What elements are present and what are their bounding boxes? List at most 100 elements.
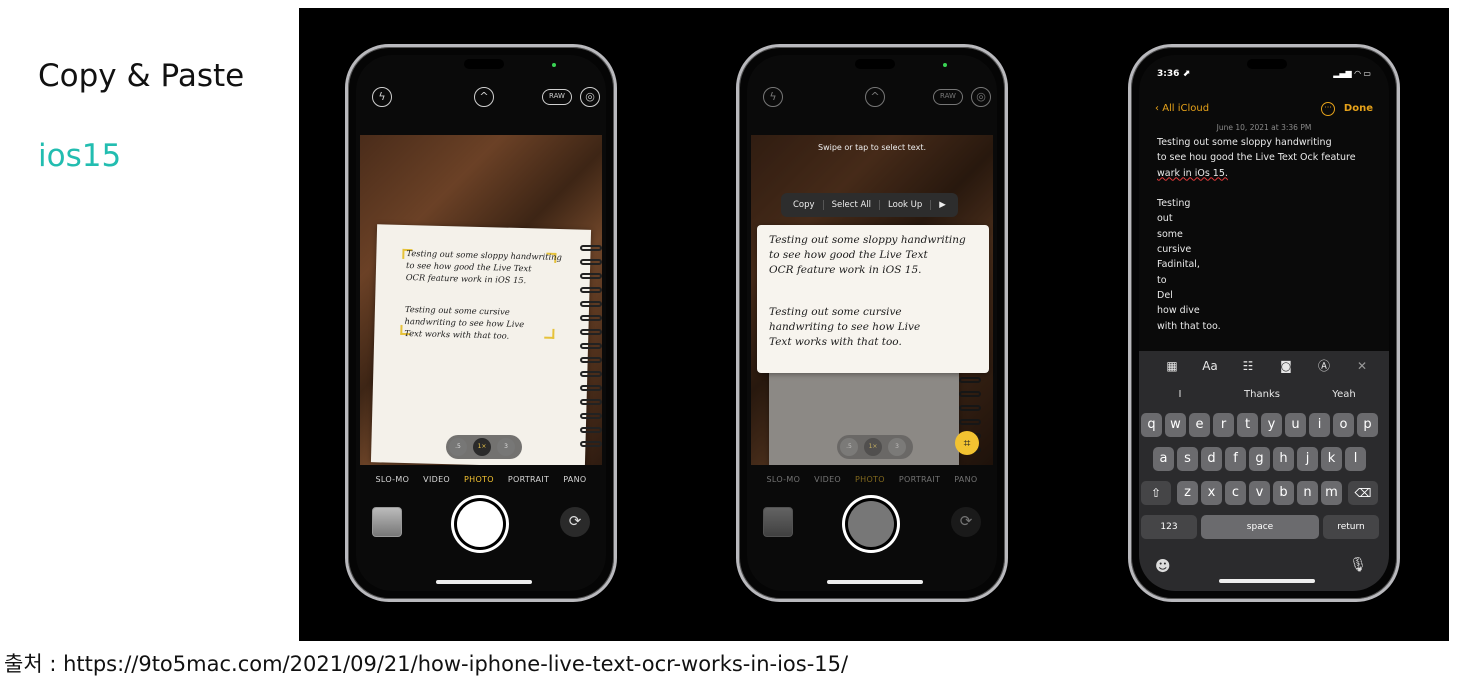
shutter-button[interactable] xyxy=(457,501,503,547)
return-key[interactable]: return xyxy=(1323,515,1379,539)
photo-thumbnail[interactable] xyxy=(372,507,402,537)
more-options-icon[interactable]: ··· xyxy=(1321,102,1335,116)
zoom-option-active[interactable]: 1× xyxy=(473,438,491,456)
live-text-screen: ϟ ^ RAW ◎ Swipe or tap to select text. C… xyxy=(747,55,997,591)
slide-title: Copy & Paste xyxy=(38,58,245,94)
table-icon[interactable]: ▦ xyxy=(1163,357,1181,375)
key[interactable]: m xyxy=(1321,481,1342,505)
live-photo-icon[interactable]: ◎ xyxy=(580,87,600,107)
camera-icon[interactable]: ◙ xyxy=(1277,357,1295,375)
key[interactable]: k xyxy=(1321,447,1342,471)
mode-portrait[interactable]: PORTRAIT xyxy=(899,475,940,484)
handwriting-line[interactable]: OCR feature work in iOS 15. xyxy=(769,263,983,278)
camera-top-bar: ϟ ^ RAW ◎ xyxy=(356,83,606,113)
chevron-up-icon[interactable]: ^ xyxy=(865,87,885,107)
text-format-icon[interactable]: Aa xyxy=(1201,357,1219,375)
key[interactable]: i xyxy=(1309,413,1330,437)
raw-badge[interactable]: RAW xyxy=(542,89,572,105)
key[interactable]: q xyxy=(1141,413,1162,437)
handwriting-line[interactable]: Testing out some cursive xyxy=(769,305,983,320)
live-text-card[interactable]: Testing out some sloppy handwriting to s… xyxy=(757,225,989,373)
key[interactable]: g xyxy=(1249,447,1270,471)
zoom-option[interactable]: 3 xyxy=(888,438,906,456)
key[interactable]: o xyxy=(1333,413,1354,437)
mode-photo[interactable]: PHOTO xyxy=(855,475,885,484)
mode-portrait[interactable]: PORTRAIT xyxy=(508,475,549,484)
numbers-key[interactable]: 123 xyxy=(1141,515,1197,539)
notch xyxy=(855,59,895,69)
key[interactable]: h xyxy=(1273,447,1294,471)
zoom-option[interactable]: .5 xyxy=(840,438,858,456)
suggestion[interactable]: Yeah xyxy=(1303,389,1385,400)
flip-camera-icon[interactable]: ⟳ xyxy=(951,507,981,537)
microphone-icon[interactable]: 🎙︎ xyxy=(1349,557,1367,573)
checklist-icon[interactable]: ☷ xyxy=(1239,357,1257,375)
key[interactable]: b xyxy=(1273,481,1294,505)
raw-badge[interactable]: RAW xyxy=(933,89,963,105)
key[interactable]: l xyxy=(1345,447,1366,471)
live-text-hint: Swipe or tap to select text. xyxy=(818,143,926,152)
flip-camera-icon[interactable]: ⟳ xyxy=(560,507,590,537)
emoji-icon[interactable]: ☻ xyxy=(1155,557,1171,575)
shift-icon[interactable]: ⇧ xyxy=(1141,481,1171,505)
handwriting-paragraph-2[interactable]: Testing out some cursive handwriting to … xyxy=(769,305,983,351)
note-line: with that too. xyxy=(1157,320,1221,332)
key[interactable]: c xyxy=(1225,481,1246,505)
key[interactable]: y xyxy=(1261,413,1282,437)
chevron-up-icon[interactable]: ^ xyxy=(474,87,494,107)
key[interactable]: a xyxy=(1153,447,1174,471)
flash-icon[interactable]: ϟ xyxy=(763,87,783,107)
menu-more-icon[interactable]: ▶ xyxy=(931,200,954,210)
space-key[interactable]: space xyxy=(1201,515,1319,539)
mode-pano[interactable]: PANO xyxy=(563,475,586,484)
backspace-icon[interactable]: ⌫ xyxy=(1348,481,1378,505)
key[interactable]: x xyxy=(1201,481,1222,505)
notes-nav-bar: ‹ All iCloud ··· Done xyxy=(1149,101,1379,119)
key[interactable]: r xyxy=(1213,413,1234,437)
key[interactable]: p xyxy=(1357,413,1378,437)
mode-slo-mo[interactable]: SLO-MO xyxy=(376,475,410,484)
handwriting-line[interactable]: Testing out some sloppy handwriting xyxy=(769,233,983,248)
menu-select-all[interactable]: Select All xyxy=(823,200,881,210)
shutter-button[interactable] xyxy=(848,501,894,547)
back-button[interactable]: ‹ All iCloud xyxy=(1155,103,1209,114)
live-text-icon[interactable]: ⌗ xyxy=(955,431,979,455)
mode-slo-mo[interactable]: SLO-MO xyxy=(767,475,801,484)
handwriting-line[interactable]: handwriting to see how Live xyxy=(769,320,983,335)
zoom-option[interactable]: 3 xyxy=(497,438,515,456)
key[interactable]: f xyxy=(1225,447,1246,471)
mode-video[interactable]: VIDEO xyxy=(814,475,841,484)
key[interactable]: j xyxy=(1297,447,1318,471)
key[interactable]: d xyxy=(1201,447,1222,471)
key[interactable]: n xyxy=(1297,481,1318,505)
mode-pano[interactable]: PANO xyxy=(954,475,977,484)
live-text-overlay: Swipe or tap to select text. Copy Select … xyxy=(751,135,993,465)
home-indicator xyxy=(1219,579,1315,583)
photo-thumbnail[interactable] xyxy=(763,507,793,537)
handwriting-line[interactable]: Text works with that too. xyxy=(769,335,983,350)
handwriting-paragraph-1[interactable]: Testing out some sloppy handwriting to s… xyxy=(769,233,983,279)
suggestion[interactable]: I xyxy=(1139,389,1221,400)
zoom-option-active[interactable]: 1× xyxy=(864,438,882,456)
mode-video[interactable]: VIDEO xyxy=(423,475,450,484)
key[interactable]: s xyxy=(1177,447,1198,471)
key[interactable]: t xyxy=(1237,413,1258,437)
key[interactable]: w xyxy=(1165,413,1186,437)
markup-icon[interactable]: Ⓐ xyxy=(1315,357,1333,375)
live-photo-icon[interactable]: ◎ xyxy=(971,87,991,107)
suggestion[interactable]: Thanks xyxy=(1221,389,1303,400)
phone-camera: ϟ ^ RAW ◎ Testing out some sloppy handwr… xyxy=(345,44,617,602)
close-icon[interactable]: ✕ xyxy=(1353,357,1371,375)
done-button[interactable]: Done xyxy=(1344,103,1373,114)
menu-copy[interactable]: Copy xyxy=(785,200,824,210)
key[interactable]: u xyxy=(1285,413,1306,437)
menu-look-up[interactable]: Look Up xyxy=(880,200,932,210)
zoom-option[interactable]: .5 xyxy=(449,438,467,456)
key[interactable]: v xyxy=(1249,481,1270,505)
handwriting-line[interactable]: to see how good the Live Text xyxy=(769,248,983,263)
key[interactable]: z xyxy=(1177,481,1198,505)
flash-icon[interactable]: ϟ xyxy=(372,87,392,107)
key[interactable]: e xyxy=(1189,413,1210,437)
note-body[interactable]: Testing out some sloppy handwriting to s… xyxy=(1157,135,1387,334)
mode-photo[interactable]: PHOTO xyxy=(464,475,494,484)
